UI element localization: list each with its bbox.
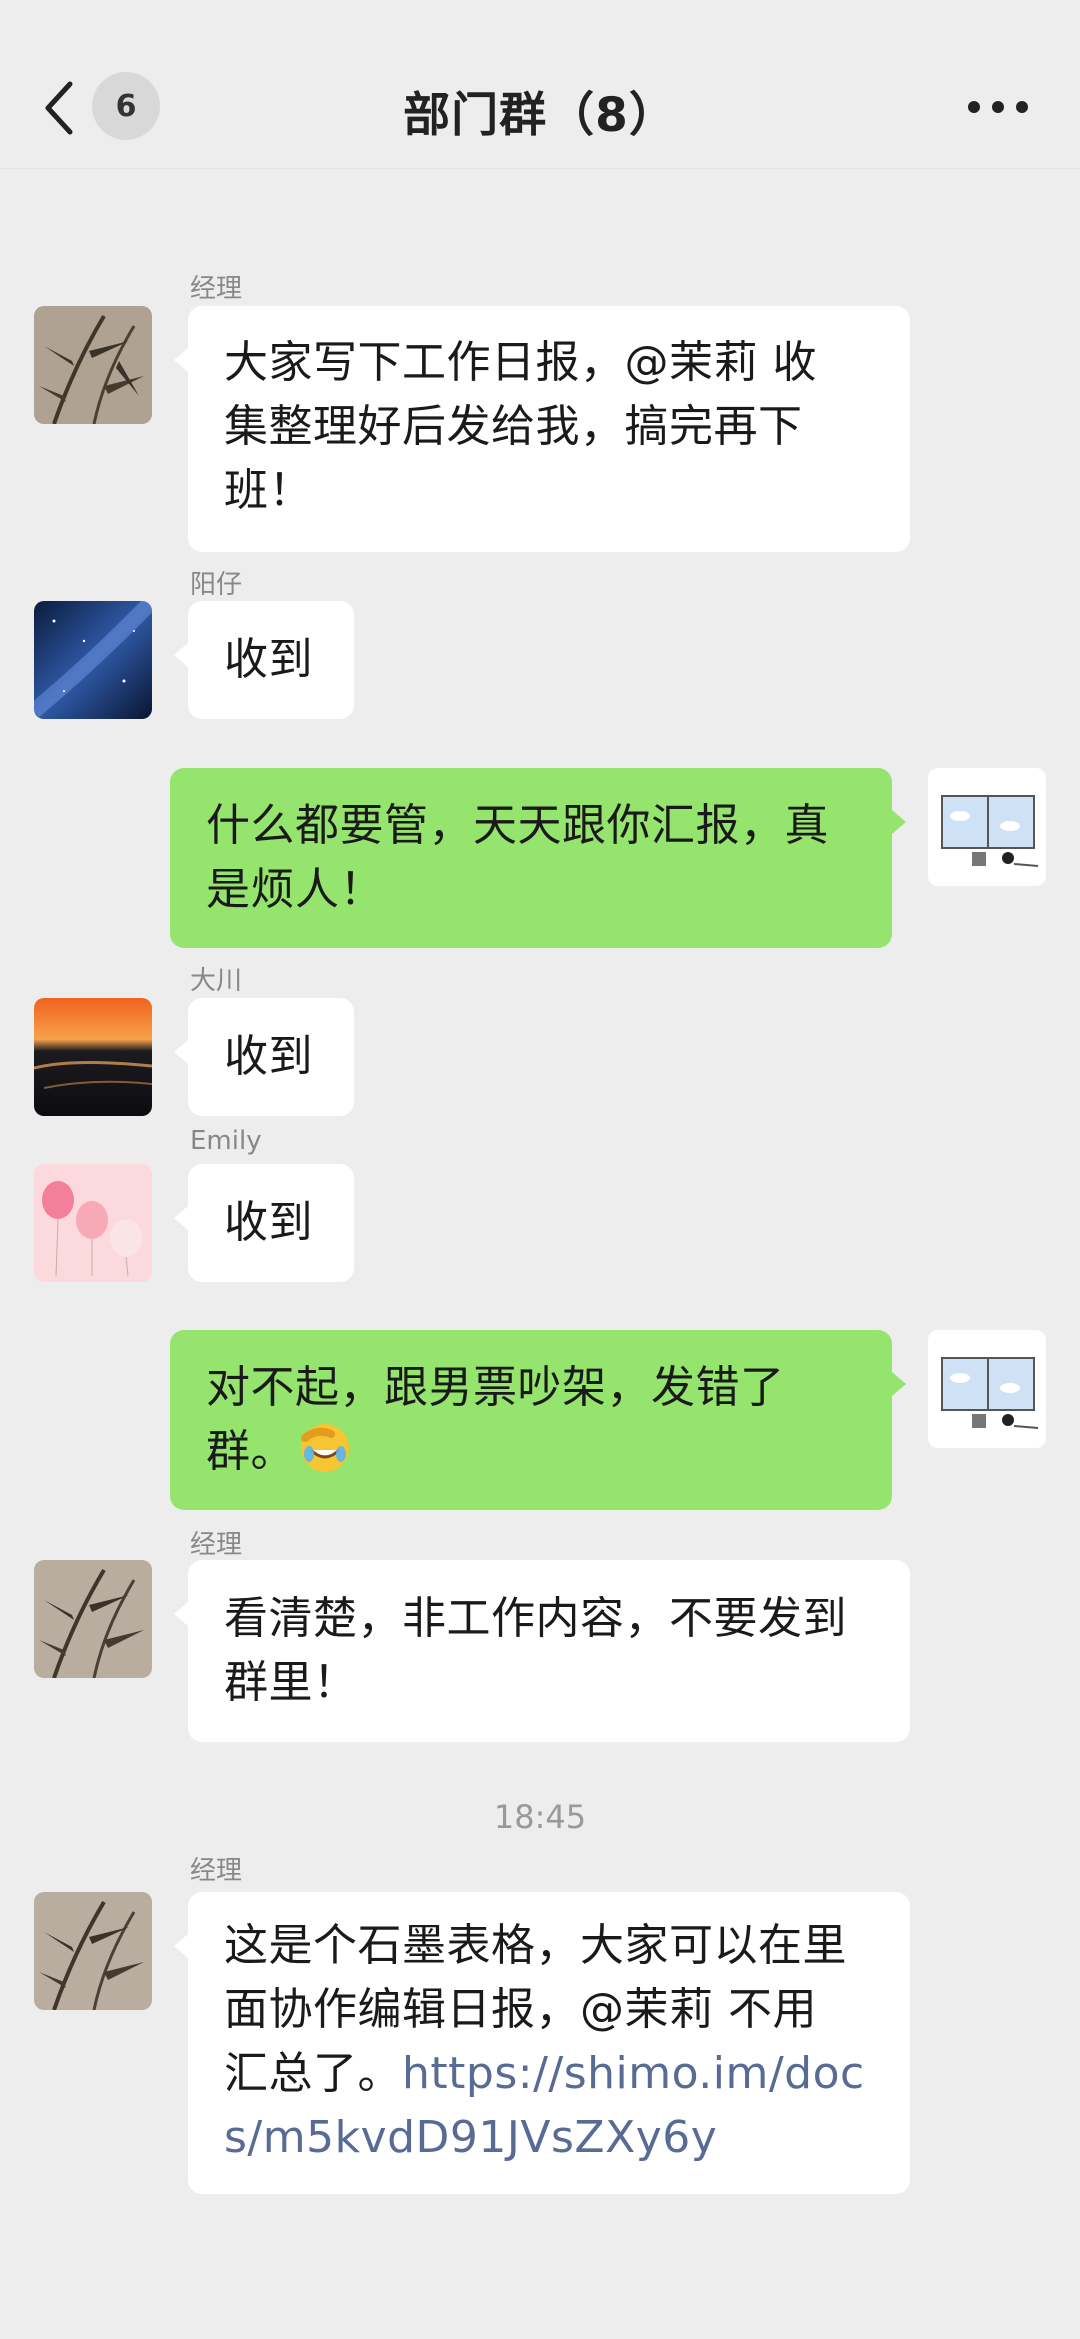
facepalm-emoji-icon	[301, 1424, 349, 1472]
message-line: 这是个石墨表格，大家可以在里	[224, 1920, 847, 1971]
message-bubble[interactable]: 对不起，跟男票吵架，发错了 群。	[170, 1330, 906, 1510]
time-divider: 18:45	[493, 1798, 587, 1836]
sender-name: 大川	[190, 966, 243, 996]
window-sketch-avatar[interactable]	[928, 1330, 1046, 1448]
galaxy-avatar[interactable]	[34, 601, 152, 719]
sender-name: 经理	[190, 274, 243, 304]
shimo-link-continued[interactable]: s/m5kvdD91JVsZXy6y	[224, 2112, 717, 2163]
message-text: 收到	[224, 1031, 313, 1082]
message-line: 汇总了。	[224, 2048, 402, 2099]
sender-name: 经理	[190, 1530, 243, 1560]
chat-title: 部门群（8）	[403, 88, 677, 143]
message-line: 看清楚，非工作内容，不要发到	[224, 1593, 847, 1644]
message-line: 集整理好后发给我，搞完再下	[224, 401, 803, 452]
more-options-icon[interactable]	[968, 95, 1028, 119]
message-bubble[interactable]: 大家写下工作日报，@茉莉 收 集整理好后发给我，搞完再下 班！	[174, 306, 910, 552]
balloons-avatar[interactable]	[34, 1164, 152, 1282]
bamboo-avatar[interactable]	[34, 1892, 152, 2010]
window-sketch-avatar[interactable]	[928, 768, 1046, 886]
sender-name: 阳仔	[190, 570, 243, 600]
bamboo-avatar[interactable]	[34, 306, 152, 424]
message-bubble[interactable]: 这是个石墨表格，大家可以在里 面协作编辑日报，@茉莉 不用 汇总了。https:…	[174, 1892, 910, 2194]
message-text: 收到	[224, 634, 313, 685]
sender-name: Emily	[190, 1126, 262, 1156]
message-line: 是烦人！	[206, 864, 384, 915]
message-line: 班！	[224, 465, 313, 516]
message-bubble[interactable]: 看清楚，非工作内容，不要发到 群里！	[174, 1560, 910, 1742]
message-bubble[interactable]: 什么都要管，天天跟你汇报，真 是烦人！	[170, 768, 906, 948]
shimo-link[interactable]: https://shimo.im/doc	[402, 2048, 865, 2099]
message-line: 群。	[206, 1426, 295, 1477]
bamboo-avatar[interactable]	[34, 1560, 152, 1678]
message-text: 收到	[224, 1197, 313, 1248]
message-bubble[interactable]: 收到	[174, 1164, 354, 1282]
chat-header: 6 部门群（8）	[0, 0, 1080, 169]
message-line: 什么都要管，天天跟你汇报，真	[206, 800, 829, 851]
message-line: 群里！	[224, 1657, 358, 1708]
message-line: 面协作编辑日报，@茉莉 不用	[224, 1984, 817, 2035]
message-bubble[interactable]: 收到	[174, 998, 354, 1116]
message-line: 大家写下工作日报，@茉莉 收	[224, 337, 817, 388]
sender-name: 经理	[190, 1856, 243, 1886]
sunset-avatar[interactable]	[34, 998, 152, 1116]
message-line: 对不起，跟男票吵架，发错了	[206, 1362, 785, 1413]
message-bubble[interactable]: 收到	[174, 601, 354, 719]
